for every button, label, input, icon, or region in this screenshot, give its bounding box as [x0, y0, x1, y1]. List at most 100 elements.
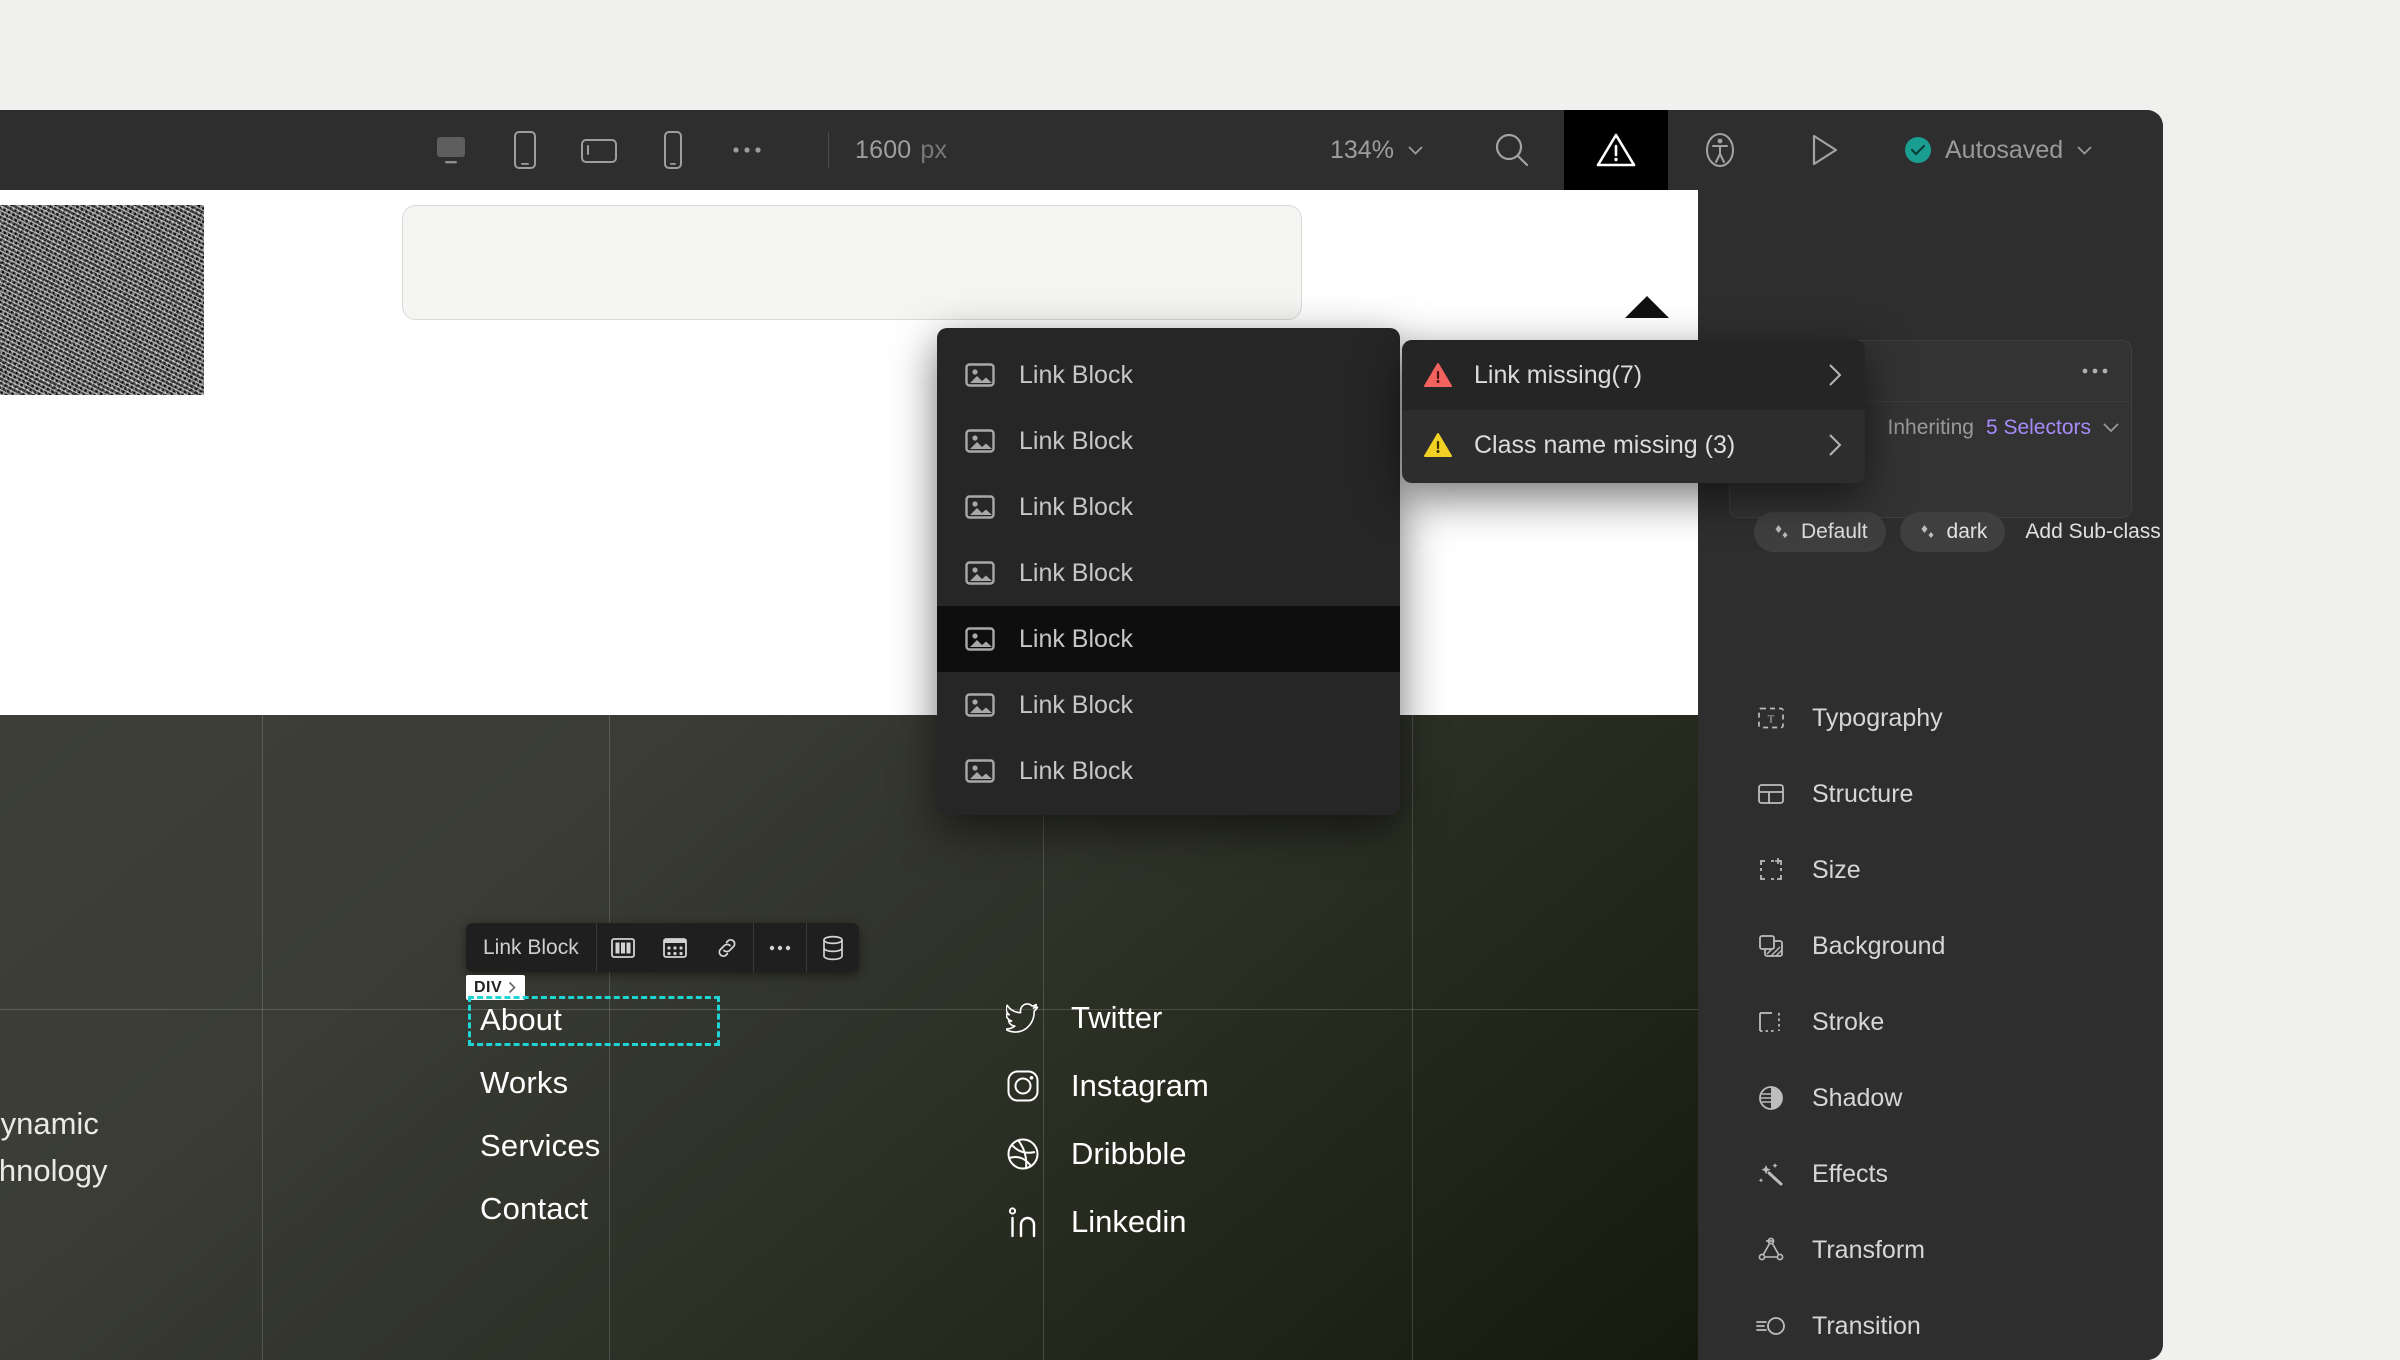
style-section-background[interactable]: Background [1698, 908, 2163, 984]
image-placeholder-icon [965, 692, 995, 718]
style-section-typography[interactable]: T Typography [1698, 680, 2163, 756]
more-horizontal-icon[interactable] [2080, 367, 2110, 375]
social-link-twitter[interactable]: Twitter [1005, 1000, 1209, 1036]
social-links-column: Twitter Instagram Dribbble Linkedin [1005, 1000, 1209, 1240]
image-placeholder-icon [965, 560, 995, 586]
canvas-width-field[interactable]: 1600 px [855, 110, 947, 190]
grid-line [262, 715, 263, 1360]
more-breakpoints-icon[interactable] [726, 129, 768, 171]
link-icon[interactable] [701, 923, 753, 972]
twitter-icon [1005, 1000, 1041, 1036]
list-item-label: Link Block [1019, 690, 1133, 719]
list-item-label: Link Block [1019, 492, 1133, 521]
play-preview-icon[interactable] [1772, 110, 1876, 190]
grid-icon[interactable] [649, 923, 701, 972]
social-link-dribbble[interactable]: Dribbble [1005, 1136, 1209, 1172]
canvas-width-value: 1600 [855, 135, 912, 164]
dribbble-icon [1005, 1136, 1041, 1172]
style-section-size[interactable]: Size [1698, 832, 2163, 908]
warning-triangle-icon[interactable] [1564, 110, 1668, 190]
list-item[interactable]: Link Block [937, 672, 1400, 738]
add-subclass-button[interactable]: Add Sub-class [2025, 520, 2160, 544]
inheriting-selectors[interactable]: Inheriting 5 Selectors [1888, 416, 2119, 440]
instagram-icon [1005, 1068, 1041, 1104]
inheriting-prefix: Inheriting [1887, 416, 1974, 439]
list-item[interactable]: Link Block [937, 474, 1400, 540]
columns-icon[interactable] [597, 923, 649, 972]
zoom-selector[interactable]: 134% [1330, 110, 1423, 190]
style-section-label: Effects [1812, 1159, 1888, 1188]
mobile-icon[interactable] [652, 129, 694, 171]
list-item[interactable]: Link Block [937, 408, 1400, 474]
search-icon[interactable] [1460, 110, 1564, 190]
canvas-card [402, 205, 1302, 320]
tablet-landscape-icon[interactable] [578, 129, 620, 171]
check-icon [1905, 137, 1931, 163]
transform-icon [1756, 1235, 1786, 1265]
nav-link-contact[interactable]: Contact [480, 1191, 600, 1227]
nav-link-works[interactable]: Works [480, 1065, 600, 1101]
popover-pointer [1625, 296, 1669, 318]
linkedin-icon [1005, 1204, 1041, 1240]
list-item[interactable]: Link Block [937, 342, 1400, 408]
more-icon[interactable] [754, 923, 806, 972]
list-item[interactable]: Link Block [937, 738, 1400, 804]
class-chip-label: Default [1801, 520, 1868, 543]
list-item[interactable]: Link Block [937, 540, 1400, 606]
class-chip-default[interactable]: Default [1754, 512, 1886, 552]
style-section-transform[interactable]: Transform [1698, 1212, 2163, 1288]
style-section-label: Size [1812, 855, 1861, 884]
issue-row-link-missing[interactable]: Link missing(7) [1402, 340, 1865, 410]
class-chip-dark[interactable]: dark [1899, 512, 2006, 552]
style-section-stroke[interactable]: Stroke [1698, 984, 2163, 1060]
element-toolbar[interactable]: Link Block [466, 923, 859, 972]
issues-popover[interactable]: Link missing(7) Class name missing (3) [1402, 340, 1865, 483]
stroke-icon [1756, 1007, 1786, 1037]
database-icon[interactable] [807, 923, 859, 972]
hero-paragraph: ce or a dynamic on of technology [0, 1100, 300, 1194]
list-item-label: Link Block [1019, 426, 1133, 455]
app-window: 1600 px 134% Autosaved ynamic hnology Li… [0, 110, 2163, 1360]
class-chips: Default dark Add Sub-class [1754, 512, 2161, 552]
image-placeholder-icon [965, 428, 995, 454]
selection-tag-label: DIV [474, 978, 503, 996]
style-section-structure[interactable]: Structure [1698, 756, 2163, 832]
size-icon [1756, 855, 1786, 885]
nav-link-services[interactable]: Services [480, 1128, 600, 1164]
structure-icon [1756, 779, 1786, 809]
screen-root: 1600 px 134% Autosaved ynamic hnology Li… [0, 0, 2400, 1360]
style-section-effects[interactable]: Effects [1698, 1136, 2163, 1212]
chevron-right-icon [1827, 432, 1843, 458]
class-chip-label: dark [1946, 520, 1988, 543]
chevron-down-icon [1408, 145, 1423, 155]
nav-link-about[interactable]: About [480, 1002, 600, 1038]
chevron-right-icon [1827, 362, 1843, 388]
autosave-label: Autosaved [1945, 135, 2064, 164]
issue-row-class-name-missing[interactable]: Class name missing (3) [1402, 410, 1865, 480]
style-section-shadow[interactable]: Shadow [1698, 1060, 2163, 1136]
toolbar-actions [1460, 110, 1876, 190]
list-item-label: Link Block [1019, 360, 1133, 389]
image-placeholder-icon [965, 494, 995, 520]
autosave-status[interactable]: Autosaved [1905, 110, 2092, 190]
zoom-value: 134% [1330, 135, 1394, 164]
chevron-down-icon [2077, 145, 2092, 155]
texture-image [0, 205, 204, 395]
link-block-list-menu[interactable]: Link Block Link Block Link Block Link Bl… [937, 328, 1400, 815]
style-section-transition[interactable]: Transition [1698, 1288, 2163, 1360]
style-section-label: Background [1812, 931, 1946, 960]
social-link-instagram[interactable]: Instagram [1005, 1068, 1209, 1104]
social-link-linkedin[interactable]: Linkedin [1005, 1204, 1209, 1240]
list-item-label: Link Block [1019, 558, 1133, 587]
canvas-footer-section [0, 715, 1698, 1360]
issue-label: Link missing(7) [1474, 360, 1643, 389]
tablet-icon[interactable] [504, 129, 546, 171]
accessibility-icon[interactable] [1668, 110, 1772, 190]
hero-line-1: ce or a dynamic [0, 1106, 99, 1141]
list-item-selected[interactable]: Link Block [937, 606, 1400, 672]
desktop-icon[interactable] [430, 129, 472, 171]
top-toolbar: 1600 px 134% Autosaved [0, 110, 2163, 190]
social-label: Twitter [1071, 1000, 1163, 1035]
diamond-icon [1772, 523, 1790, 541]
social-label: Instagram [1071, 1068, 1209, 1103]
